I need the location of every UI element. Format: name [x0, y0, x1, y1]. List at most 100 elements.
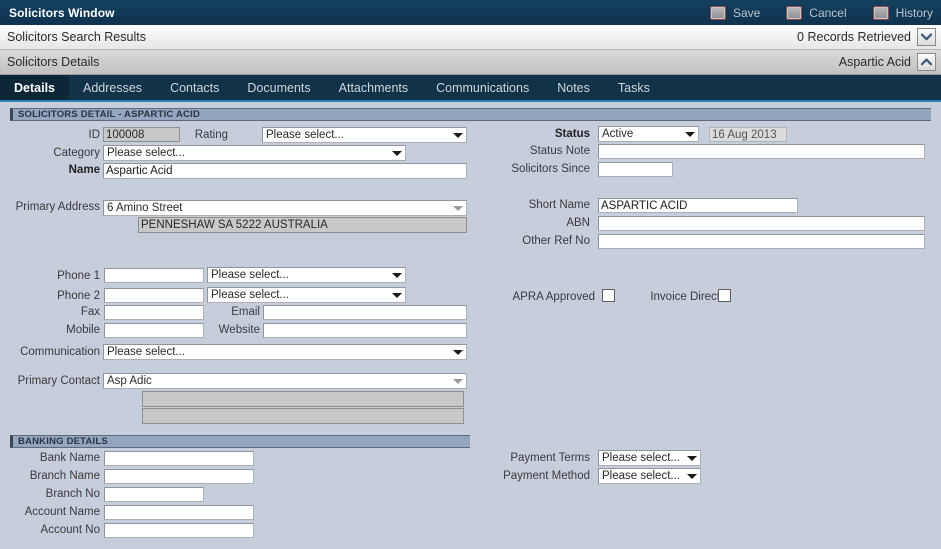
- history-button-label: History: [895, 5, 933, 20]
- primary-contact-select[interactable]: Asp Adic: [103, 373, 467, 389]
- branch-name-label: Branch Name: [29, 470, 100, 482]
- payment-method-select[interactable]: Please select...: [598, 468, 701, 484]
- banking-details-section-title: BANKING DETAILS: [18, 436, 108, 447]
- save-button-label: Save: [732, 5, 761, 20]
- history-button[interactable]: History: [872, 5, 933, 20]
- solicitors-details-collapse-button[interactable]: [917, 53, 936, 71]
- other-ref-no-label: Other Ref No: [522, 235, 590, 247]
- short-name-label: Short Name: [528, 199, 590, 211]
- communication-select[interactable]: Please select...: [103, 344, 467, 360]
- category-select[interactable]: Please select...: [103, 145, 406, 161]
- primary-address-select[interactable]: 6 Amino Street: [103, 200, 467, 216]
- id-input[interactable]: [103, 127, 180, 142]
- name-label: Name: [68, 164, 100, 176]
- invoice-direct-checkbox[interactable]: [718, 289, 731, 302]
- banking-details-section-header: BANKING DETAILS: [10, 435, 470, 448]
- phone1-input[interactable]: [104, 268, 204, 283]
- abn-input[interactable]: [598, 216, 925, 231]
- tab-communications[interactable]: Communications: [422, 75, 543, 100]
- search-results-bar: Solicitors Search Results 0 Records Retr…: [0, 25, 941, 50]
- chevron-down-icon: [389, 150, 405, 156]
- branch-no-label: Branch No: [45, 488, 100, 500]
- phone1-type-value: Please select...: [211, 269, 289, 281]
- other-ref-no-input[interactable]: [598, 234, 925, 249]
- primary-contact-label: Primary Contact: [17, 375, 100, 387]
- invoice-direct-label: Invoice Direct: [650, 291, 720, 303]
- payment-terms-label: Payment Terms: [510, 452, 590, 464]
- tab-notes-label: Notes: [557, 80, 590, 95]
- chevron-down-icon: [684, 455, 700, 461]
- tab-attachments[interactable]: Attachments: [325, 75, 422, 100]
- email-input[interactable]: [263, 305, 467, 320]
- tab-notes[interactable]: Notes: [543, 75, 604, 100]
- tab-bar: Details Addresses Contacts Documents Att…: [0, 75, 941, 102]
- phone2-label: Phone 2: [57, 290, 100, 302]
- bank-name-label: Bank Name: [39, 452, 100, 464]
- phone2-type-value: Please select...: [211, 289, 289, 301]
- status-value: Active: [602, 128, 634, 140]
- tab-contacts[interactable]: Contacts: [156, 75, 233, 100]
- apra-approved-checkbox[interactable]: [602, 289, 615, 302]
- id-label: ID: [88, 129, 101, 141]
- payment-terms-select[interactable]: Please select...: [598, 450, 701, 466]
- tab-addresses[interactable]: Addresses: [69, 75, 156, 100]
- payment-method-label: Payment Method: [503, 470, 590, 482]
- phone1-label: Phone 1: [57, 270, 100, 282]
- search-results-title: Solicitors Search Results: [7, 30, 146, 44]
- solicitors-details-right: Aspartic Acid: [839, 50, 936, 74]
- status-label: Status: [554, 128, 590, 140]
- window-title: Solicitors Window: [9, 5, 115, 20]
- name-input[interactable]: [103, 163, 467, 179]
- bank-name-input[interactable]: [104, 451, 254, 466]
- account-no-input[interactable]: [104, 523, 254, 538]
- account-name-input[interactable]: [104, 505, 254, 520]
- website-input[interactable]: [263, 323, 467, 338]
- search-results-right: 0 Records Retrieved: [797, 25, 936, 49]
- window-toolbar: Save Cancel History: [709, 0, 933, 25]
- cancel-button-label: Cancel: [809, 5, 847, 20]
- cancel-button[interactable]: Cancel: [786, 5, 847, 20]
- category-label: Category: [53, 147, 100, 159]
- primary-address-line2: [138, 217, 467, 233]
- chevron-down-icon: [450, 349, 466, 355]
- tab-details[interactable]: Details: [0, 75, 69, 100]
- short-name-input[interactable]: [598, 198, 798, 213]
- rating-label: Rating: [194, 129, 228, 141]
- status-note-input[interactable]: [598, 144, 925, 159]
- tab-tasks-label: Tasks: [617, 80, 650, 95]
- branch-name-input[interactable]: [104, 469, 254, 484]
- chevron-down-icon: [389, 272, 405, 278]
- branch-no-input[interactable]: [104, 487, 204, 502]
- primary-address-value: 6 Amino Street: [107, 202, 183, 214]
- record-name-label: Aspartic Acid: [838, 55, 911, 69]
- tab-tasks[interactable]: Tasks: [604, 75, 664, 100]
- primary-contact-value: Asp Adic: [107, 375, 152, 387]
- tab-contacts-label: Contacts: [170, 80, 220, 95]
- solicitors-detail-section-header: SOLICITORS DETAIL - ASPARTIC ACID: [10, 108, 931, 121]
- phone1-type-select[interactable]: Please select...: [207, 267, 406, 283]
- payment-terms-value: Please select...: [602, 452, 680, 464]
- chevron-down-icon: [389, 292, 405, 298]
- tab-communications-label: Communications: [436, 80, 530, 95]
- phone2-type-select[interactable]: Please select...: [207, 287, 406, 303]
- primary-contact-line2: [142, 391, 464, 407]
- tab-documents[interactable]: Documents: [233, 75, 324, 100]
- chevron-down-icon: [684, 473, 700, 479]
- solicitors-since-label: Solicitors Since: [511, 163, 590, 175]
- solicitors-details-bar: Solicitors Details Aspartic Acid: [0, 50, 941, 75]
- communication-label: Communication: [20, 346, 100, 358]
- solicitors-since-input[interactable]: [598, 162, 673, 177]
- save-button[interactable]: Save: [709, 5, 761, 20]
- mobile-label: Mobile: [66, 324, 100, 336]
- rating-select[interactable]: Please select...: [262, 127, 467, 143]
- account-name-label: Account Name: [24, 506, 100, 518]
- account-no-label: Account No: [40, 524, 100, 536]
- chevron-down-icon: [450, 205, 466, 211]
- communication-value: Please select...: [107, 346, 185, 358]
- window-title-bar: Solicitors Window Save Cancel History: [0, 0, 941, 25]
- search-results-expand-button[interactable]: [917, 28, 936, 46]
- apra-approved-label: APRA Approved: [512, 291, 595, 303]
- phone2-input[interactable]: [104, 288, 204, 303]
- status-select[interactable]: Active: [598, 126, 699, 142]
- primary-contact-line3: [142, 408, 464, 424]
